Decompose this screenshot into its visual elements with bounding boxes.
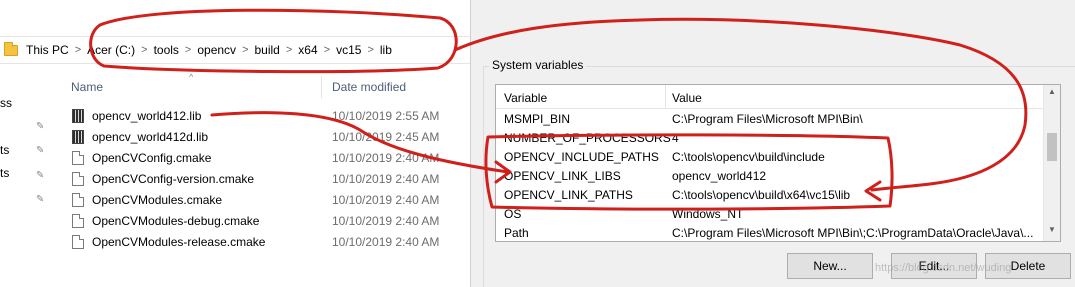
file-row[interactable]: opencv_world412.lib 10/10/2019 2:55 AM	[55, 106, 470, 127]
file-explorer-window: This PC > Acer (C:) > tools > opencv > b…	[0, 0, 470, 287]
breadcrumb-separator: >	[242, 44, 249, 56]
variable-name: OS	[504, 207, 522, 221]
document-icon	[72, 172, 84, 186]
file-list-header: ^ Name Date modified	[55, 72, 470, 98]
file-row[interactable]: OpenCVModules-debug.cmake 10/10/2019 2:4…	[55, 211, 470, 232]
navigation-pane: ss ✎ ts ✎ ts ✎ ✎	[0, 64, 55, 287]
file-date: 10/10/2019 2:45 AM	[332, 130, 440, 144]
breadcrumb-separator: >	[74, 44, 82, 56]
pin-icon[interactable]: ✎	[36, 194, 46, 205]
breadcrumb-build[interactable]: build	[255, 43, 280, 57]
breadcrumb-separator: >	[323, 44, 331, 56]
file-date: 10/10/2019 2:40 AM	[332, 193, 440, 207]
variable-row[interactable]: MSMPI_BIN C:\Program Files\Microsoft MPI…	[496, 110, 1044, 129]
nav-item[interactable]: ts	[0, 143, 9, 157]
file-date: 10/10/2019 2:40 AM	[332, 151, 440, 165]
file-name: OpenCVConfig-version.cmake	[92, 172, 255, 186]
pin-icon[interactable]: ✎	[36, 121, 46, 132]
variable-value: C:\Program Files\Microsoft MPI\Bin\;C:\P…	[672, 226, 1034, 240]
breadcrumb-acer-drive[interactable]: Acer (C:)	[87, 43, 135, 57]
pin-icon[interactable]: ✎	[36, 170, 46, 181]
nav-item[interactable]: ts	[0, 166, 9, 180]
variable-value: C:\tools\opencv\build\include	[672, 150, 825, 164]
breadcrumb-tools[interactable]: tools	[154, 43, 179, 57]
column-header-date-modified[interactable]: Date modified	[332, 80, 406, 94]
environment-variables-dialog: System variables Variable Value MSMPI_BI…	[470, 0, 1075, 287]
lib-file-icon	[72, 109, 84, 123]
lib-file-icon	[72, 130, 84, 144]
file-date: 10/10/2019 2:40 AM	[332, 235, 440, 249]
file-name: opencv_world412d.lib	[92, 130, 209, 144]
variable-row[interactable]: Path C:\Program Files\Microsoft MPI\Bin\…	[496, 224, 1044, 241]
variable-value: 4	[672, 131, 679, 145]
document-icon	[72, 235, 84, 249]
file-name: OpenCVModules-release.cmake	[92, 235, 266, 249]
file-date: 10/10/2019 2:40 AM	[332, 172, 440, 186]
breadcrumb-opencv[interactable]: opencv	[197, 43, 236, 57]
breadcrumb-this-pc[interactable]: This PC	[26, 43, 69, 57]
file-name: OpenCVModules-debug.cmake	[92, 214, 260, 228]
variables-table-header: Variable Value	[496, 85, 1044, 109]
variable-value: Windows_NT	[672, 207, 744, 221]
document-icon	[72, 214, 84, 228]
variable-name: NUMBER_OF_PROCESSORS	[504, 131, 671, 145]
address-bar[interactable]: This PC > Acer (C:) > tools > opencv > b…	[0, 36, 470, 64]
variable-name: MSMPI_BIN	[504, 112, 571, 126]
file-row[interactable]: OpenCVConfig-version.cmake 10/10/2019 2:…	[55, 169, 470, 190]
new-variable-button[interactable]: New...	[787, 253, 873, 279]
breadcrumb-separator: >	[367, 44, 374, 56]
folder-icon	[4, 41, 18, 56]
file-row[interactable]: OpenCVConfig.cmake 10/10/2019 2:40 AM	[55, 148, 470, 169]
pin-icon[interactable]: ✎	[36, 145, 46, 156]
scroll-down-arrow-icon[interactable]: ▼	[1044, 225, 1060, 239]
column-header-variable[interactable]: Variable	[504, 91, 547, 105]
document-icon	[72, 151, 84, 165]
scroll-up-arrow-icon[interactable]: ▲	[1044, 87, 1060, 101]
watermark-text: https://blog.csdn.net/wuding	[875, 262, 1012, 274]
column-divider[interactable]	[321, 76, 322, 98]
breadcrumb-x64[interactable]: x64	[298, 43, 317, 57]
breadcrumb-lib[interactable]: lib	[380, 43, 392, 57]
system-variables-title: System variables	[489, 58, 587, 72]
file-row[interactable]: OpenCVModules-release.cmake 10/10/2019 2…	[55, 232, 470, 253]
variable-value: opencv_world412	[672, 169, 767, 183]
column-header-name[interactable]: Name	[71, 80, 103, 94]
document-icon	[72, 193, 84, 207]
variable-row[interactable]: OPENCV_LINK_LIBS opencv_world412	[496, 167, 1044, 186]
sort-ascending-icon: ^	[189, 72, 194, 82]
variable-row[interactable]: OPENCV_LINK_PATHS C:\tools\opencv\build\…	[496, 186, 1044, 205]
variable-name: Path	[504, 226, 529, 240]
file-name: opencv_world412.lib	[92, 109, 202, 123]
file-row[interactable]: opencv_world412d.lib 10/10/2019 2:45 AM	[55, 127, 470, 148]
variable-name: OPENCV_LINK_LIBS	[504, 169, 621, 183]
variable-name: OPENCV_LINK_PATHS	[504, 188, 633, 202]
file-date: 10/10/2019 2:55 AM	[332, 109, 440, 123]
column-divider[interactable]	[665, 85, 666, 109]
variable-value: C:\Program Files\Microsoft MPI\Bin\	[672, 112, 863, 126]
breadcrumb-vc15[interactable]: vc15	[336, 43, 361, 57]
file-name: OpenCVModules.cmake	[92, 193, 223, 207]
file-name: OpenCVConfig.cmake	[92, 151, 212, 165]
nav-item[interactable]: ss	[0, 96, 12, 110]
file-date: 10/10/2019 2:40 AM	[332, 214, 440, 228]
breadcrumb-separator: >	[141, 44, 148, 56]
variable-value: C:\tools\opencv\build\x64\vc15\lib	[672, 188, 851, 202]
variable-row[interactable]: NUMBER_OF_PROCESSORS 4	[496, 129, 1044, 148]
variable-name: OPENCV_INCLUDE_PATHS	[504, 150, 659, 164]
vertical-scrollbar[interactable]: ▲ ▼	[1043, 85, 1060, 241]
variable-row[interactable]: OPENCV_INCLUDE_PATHS C:\tools\opencv\bui…	[496, 148, 1044, 167]
scrollbar-thumb[interactable]	[1047, 133, 1057, 161]
variable-row[interactable]: OS Windows_NT	[496, 205, 1044, 224]
file-row[interactable]: OpenCVModules.cmake 10/10/2019 2:40 AM	[55, 190, 470, 211]
system-variables-table: Variable Value MSMPI_BIN C:\Program File…	[495, 84, 1061, 242]
breadcrumb-separator: >	[285, 44, 293, 56]
breadcrumb-separator: >	[184, 44, 192, 56]
column-header-value[interactable]: Value	[672, 91, 702, 105]
